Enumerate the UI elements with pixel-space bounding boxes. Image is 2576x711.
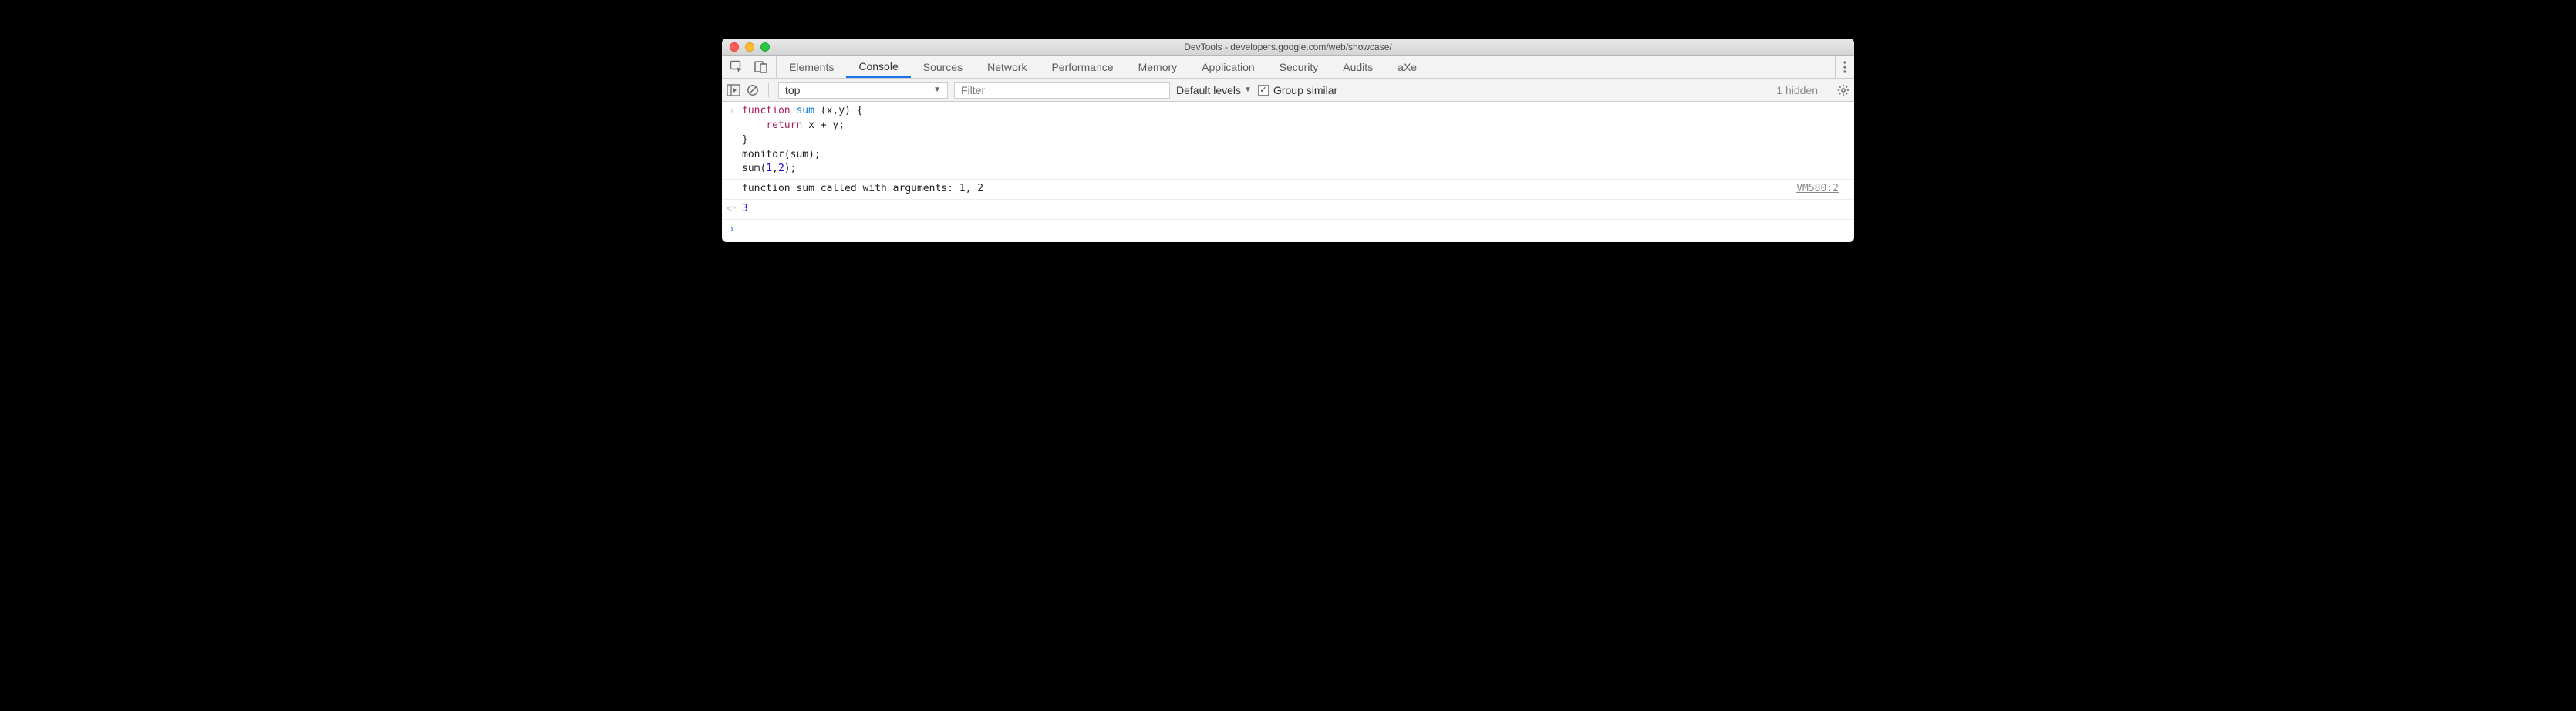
filter-input[interactable] [954,82,1170,99]
chevron-down-icon: ▼ [933,86,941,94]
tab-memory[interactable]: Memory [1126,56,1190,78]
device-toolbar-icon[interactable] [754,60,768,74]
checkbox-checked-icon: ✓ [1258,85,1269,96]
console-log-entry: function sum called with arguments: 1, 2… [722,180,1854,200]
kebab-menu-icon [1843,61,1846,73]
tabbar-more[interactable] [1835,56,1854,78]
console-settings[interactable] [1829,79,1849,101]
group-similar-label: Group similar [1273,84,1337,96]
output-chevron-icon: <· [722,202,742,217]
gear-icon [1837,84,1849,96]
console-toolbar: top ▼ Default levels ▼ ✓ Group similar 1… [722,79,1854,102]
devtools-window: DevTools - developers.google.com/web/sho… [722,39,1854,242]
console-prompt[interactable]: › [722,220,1854,242]
tab-audits[interactable]: Audits [1330,56,1385,78]
input-chevron-icon: › [722,104,742,177]
separator [768,83,769,97]
window-title: DevTools - developers.google.com/web/sho… [722,42,1854,52]
panel-tabs: Elements Console Sources Network Perform… [777,56,1429,78]
clear-console-icon[interactable] [747,84,759,96]
tabbar-left-tools [722,56,777,78]
prompt-input[interactable] [742,223,1854,234]
window-controls [722,42,770,52]
tab-performance[interactable]: Performance [1039,56,1125,78]
execution-context-select[interactable]: top ▼ [778,82,948,99]
prompt-chevron-icon: › [722,223,742,234]
close-window-button[interactable] [730,42,739,52]
group-similar-toggle[interactable]: ✓ Group similar [1258,84,1337,96]
tab-security[interactable]: Security [1267,56,1331,78]
tab-application[interactable]: Application [1189,56,1267,78]
console-output: › function sum (x,y) { return x + y; } m… [722,102,1854,242]
log-levels-select[interactable]: Default levels ▼ [1176,84,1252,96]
tab-axe[interactable]: aXe [1385,56,1429,78]
log-content: function sum called with arguments: 1, 2… [742,182,1854,197]
context-label: top [785,84,800,96]
zoom-window-button[interactable] [760,42,770,52]
levels-label: Default levels [1176,84,1241,96]
chevron-down-icon: ▼ [1244,86,1252,94]
tab-network[interactable]: Network [975,56,1039,78]
tab-elements[interactable]: Elements [777,56,846,78]
console-input-entry: › function sum (x,y) { return x + y; } m… [722,102,1854,180]
tab-sources[interactable]: Sources [911,56,975,78]
inspect-element-icon[interactable] [730,60,743,74]
panel-tabbar: Elements Console Sources Network Perform… [722,56,1854,79]
entered-code[interactable]: function sum (x,y) { return x + y; } mon… [742,104,1854,177]
minimize-window-button[interactable] [745,42,754,52]
log-gutter [722,182,742,197]
log-message[interactable]: function sum called with arguments: 1, 2 [742,182,1796,197]
log-source-link[interactable]: VM580:2 [1796,182,1846,197]
hidden-messages-count[interactable]: 1 hidden [1776,84,1822,96]
result-value[interactable]: 3 [742,202,1854,217]
show-console-sidebar-icon[interactable] [727,84,740,96]
titlebar: DevTools - developers.google.com/web/sho… [722,39,1854,56]
console-result-entry: <· 3 [722,200,1854,220]
tab-console[interactable]: Console [846,56,910,78]
